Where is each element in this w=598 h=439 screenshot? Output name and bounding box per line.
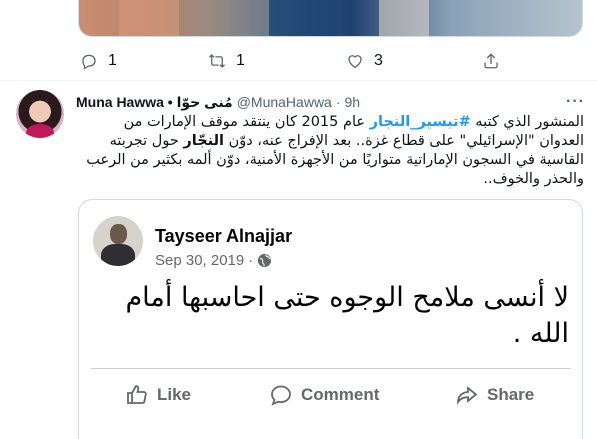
fb-comment-label: Comment bbox=[301, 385, 380, 404]
author-name[interactable]: Muna Hawwa • مُنى حوّا bbox=[76, 94, 233, 111]
media-region bbox=[269, 0, 339, 36]
author-avatar[interactable] bbox=[16, 90, 64, 138]
comment-icon bbox=[271, 385, 291, 406]
embedded-author-name: Tayseer Alnajjar bbox=[155, 226, 293, 246]
fb-share-label: Share bbox=[487, 385, 535, 404]
meta-separator: · bbox=[248, 252, 254, 269]
globe-icon bbox=[258, 253, 272, 268]
media-region bbox=[379, 0, 429, 36]
thumbs-up-icon bbox=[127, 385, 147, 404]
tweet-text: المنشور الذي كتبه #تيسير_النجار عام 2015… bbox=[76, 113, 584, 189]
more-options-icon[interactable]: ··· bbox=[566, 93, 585, 111]
embedded-actions-divider bbox=[91, 368, 571, 369]
tweet-text-part: المنشور الذي كتبه bbox=[470, 114, 584, 130]
reply-icon bbox=[82, 54, 96, 70]
fb-like-label: Like bbox=[157, 385, 192, 404]
embedded-post-date: Sep 30, 2019 bbox=[155, 252, 245, 269]
reply-button[interactable]: 1 bbox=[80, 52, 117, 70]
embedded-post-card[interactable]: Tayseer Alnajjar Sep 30, 2019 · لا أنسى … bbox=[78, 199, 583, 439]
reply-count: 1 bbox=[108, 52, 117, 69]
share-icon bbox=[484, 53, 498, 69]
embedded-author-avatar bbox=[93, 216, 143, 266]
fb-comment-button: Comment bbox=[269, 383, 379, 407]
like-icon bbox=[348, 55, 362, 69]
embedded-post-body: لا أنسى ملامح الوجوه حتى احاسبها أمام ال… bbox=[125, 282, 569, 349]
previous-tweet-media[interactable] bbox=[78, 0, 583, 37]
tweet-divider bbox=[0, 80, 598, 81]
tweet-timestamp[interactable]: 9h bbox=[345, 94, 361, 110]
hashtag-link[interactable]: #تيسير_النجار bbox=[370, 114, 471, 130]
share-arrow-icon bbox=[457, 386, 478, 405]
author-handle[interactable]: @MunaHawwa bbox=[237, 94, 332, 110]
retweet-button[interactable]: 1 bbox=[208, 52, 245, 70]
tweet-header: Muna Hawwa • مُنى حوّا @MunaHawwa · 9h bbox=[76, 92, 360, 112]
like-count: 3 bbox=[374, 52, 383, 69]
media-region bbox=[119, 0, 179, 36]
header-separator: · bbox=[335, 94, 341, 110]
like-button[interactable]: 3 bbox=[346, 52, 383, 70]
fb-like-button: Like bbox=[125, 383, 191, 407]
retweet-count: 1 bbox=[236, 52, 245, 69]
fb-share-button: Share bbox=[455, 383, 534, 407]
tweet-text-bold: النجّار bbox=[183, 133, 224, 149]
embedded-post-meta: Sep 30, 2019 · bbox=[155, 252, 272, 269]
share-button[interactable] bbox=[482, 52, 500, 70]
retweet-icon bbox=[209, 54, 225, 68]
